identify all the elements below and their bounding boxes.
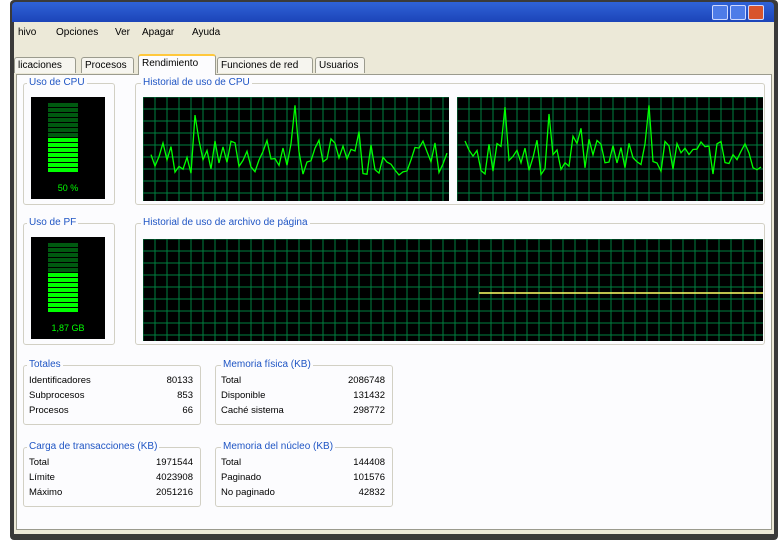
meter-segment	[48, 133, 78, 137]
stat-value: 2086748	[348, 375, 385, 386]
pf-usage-meter: 1,87 GB	[31, 237, 105, 339]
meter-segment	[48, 138, 78, 142]
stat-value: 1971544	[156, 457, 193, 468]
cpu-usage-value: 50 %	[57, 183, 79, 193]
stat-value: 66	[182, 405, 193, 416]
meter-segment	[48, 123, 78, 127]
physical-row-available: Disponible 131432	[221, 390, 385, 404]
menu-file[interactable]: hivo	[18, 27, 36, 38]
totals-row-handles: Identificadores 80133	[29, 375, 193, 389]
stat-key: Disponible	[221, 390, 266, 401]
close-button[interactable]	[748, 5, 764, 20]
commit-charge-label: Carga de transacciones (KB)	[27, 441, 160, 452]
meter-segment	[48, 268, 78, 272]
stat-key: Total	[29, 457, 50, 468]
tab-applications[interactable]: licaciones	[14, 57, 76, 73]
menu-options[interactable]: Opciones	[56, 27, 98, 38]
kernel-row-paged: Paginado 101576	[221, 472, 385, 486]
stat-key: Total	[221, 375, 242, 386]
commit-row-limit: Límite 4023908	[29, 472, 193, 486]
tab-performance[interactable]: Rendimiento	[138, 54, 216, 75]
meter-segment	[48, 153, 78, 157]
totals-row-processes: Procesos 66	[29, 405, 193, 419]
tab-users[interactable]: Usuarios	[315, 57, 365, 73]
meter-segment	[48, 298, 78, 302]
menu-view[interactable]: Ver	[115, 27, 130, 38]
meter-segment	[48, 263, 78, 267]
task-manager-client: hivo Opciones Ver Apagar Ayuda licacione…	[14, 22, 774, 534]
totals-row-threads: Subprocesos 853	[29, 390, 193, 404]
stat-key: Paginado	[221, 472, 262, 483]
pf-history-label: Historial de uso de archivo de página	[141, 217, 310, 228]
tab-networking[interactable]: Funciones de red	[217, 57, 313, 73]
stat-key: Identificadores	[29, 375, 91, 386]
pf-history-graph	[143, 239, 763, 341]
stat-key: Total	[221, 457, 242, 468]
meter-segment	[48, 158, 78, 162]
meter-segment	[48, 248, 78, 252]
meter-segment	[48, 273, 78, 277]
stat-value: 42832	[358, 487, 385, 498]
commit-row-peak: Máximo 2051216	[29, 487, 193, 501]
stat-key: No paginado	[221, 487, 275, 498]
stat-value: 853	[177, 390, 193, 401]
physical-memory-label: Memoria física (KB)	[221, 359, 313, 370]
meter-segment	[48, 143, 78, 147]
pf-usage-label: Uso de PF	[27, 217, 79, 228]
pf-usage-value: 1,87 GB	[51, 323, 85, 333]
tab-processes[interactable]: Procesos	[81, 57, 134, 73]
stat-value: 101576	[353, 472, 385, 483]
kernel-memory-label: Memoria del núcleo (KB)	[221, 441, 336, 452]
meter-segment	[48, 128, 78, 132]
meter-segment	[48, 303, 78, 307]
commit-row-total: Total 1971544	[29, 457, 193, 471]
cpu-history-label: Historial de uso de CPU	[141, 77, 252, 88]
stat-key: Subprocesos	[29, 390, 85, 401]
meter-segment	[48, 108, 78, 112]
stat-key: Límite	[29, 472, 55, 483]
kernel-row-total: Total 144408	[221, 457, 385, 471]
meter-segment	[48, 258, 78, 262]
totals-label: Totales	[27, 359, 63, 370]
meter-segment	[48, 163, 78, 167]
meter-segment	[48, 253, 78, 257]
cpu-usage-label: Uso de CPU	[27, 77, 87, 88]
cpu-usage-meter: 50 %	[31, 97, 105, 199]
meter-segment	[48, 283, 78, 287]
physical-row-total: Total 2086748	[221, 375, 385, 389]
meter-segment	[48, 168, 78, 172]
minimize-button[interactable]	[712, 5, 728, 20]
stat-value: 298772	[353, 405, 385, 416]
stat-value: 4023908	[156, 472, 193, 483]
meter-segment	[48, 308, 78, 312]
meter-segment	[48, 103, 78, 107]
meter-segment	[48, 148, 78, 152]
stat-key: Caché sistema	[221, 405, 284, 416]
meter-segment	[48, 293, 78, 297]
stat-value: 144408	[353, 457, 385, 468]
meter-segment	[48, 288, 78, 292]
meter-segment	[48, 113, 78, 117]
kernel-row-nonpaged: No paginado 42832	[221, 487, 385, 501]
stat-value: 2051216	[156, 487, 193, 498]
cpu-history-graph-core-2	[457, 97, 763, 201]
stat-key: Procesos	[29, 405, 69, 416]
cpu-history-graph-core-1	[143, 97, 449, 201]
meter-segment	[48, 243, 78, 247]
menu-help[interactable]: Ayuda	[192, 27, 220, 38]
meter-segment	[48, 278, 78, 282]
menu-shutdown[interactable]: Apagar	[142, 27, 174, 38]
title-bar[interactable]	[12, 2, 774, 22]
stat-key: Máximo	[29, 487, 63, 498]
stat-value: 80133	[166, 375, 193, 386]
tab-strip: licaciones Procesos Rendimiento Funcione…	[14, 54, 774, 75]
meter-segment	[48, 118, 78, 122]
stat-value: 131432	[353, 390, 385, 401]
performance-panel: Uso de CPU 50 % Historial de uso de CPU …	[16, 74, 772, 530]
maximize-button[interactable]	[730, 5, 746, 20]
physical-row-system-cache: Caché sistema 298772	[221, 405, 385, 419]
